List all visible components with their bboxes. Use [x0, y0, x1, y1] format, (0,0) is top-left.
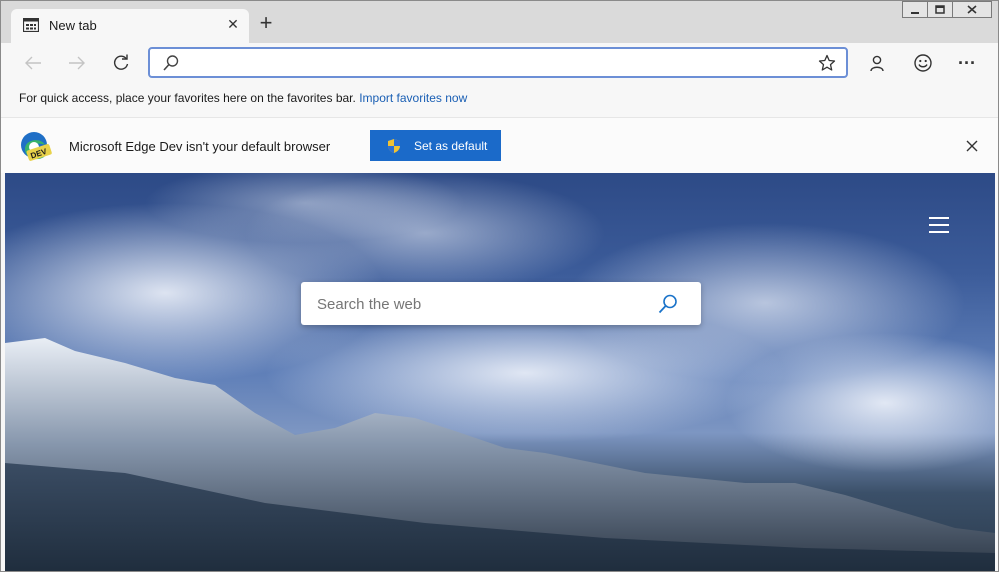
- web-search-box[interactable]: [301, 282, 701, 325]
- person-icon: [870, 55, 884, 72]
- navigation-toolbar: ···: [1, 43, 998, 83]
- window-controls: [902, 1, 992, 18]
- more-options-button[interactable]: ···: [955, 51, 979, 75]
- close-notice-icon[interactable]: [964, 138, 980, 154]
- favorites-bar-hint: For quick access, place your favorites h…: [19, 91, 356, 105]
- address-bar[interactable]: [148, 47, 848, 78]
- default-browser-message: Microsoft Edge Dev isn't your default br…: [69, 139, 331, 154]
- close-window-button[interactable]: [952, 1, 992, 18]
- import-favorites-link[interactable]: Import favorites now: [359, 91, 467, 105]
- web-search-input[interactable]: [317, 294, 637, 314]
- maximize-button[interactable]: [927, 1, 953, 18]
- minimize-button[interactable]: [902, 1, 928, 18]
- search-icon[interactable]: [657, 293, 679, 315]
- uac-shield-icon: [388, 138, 400, 153]
- new-tab-button[interactable]: +: [255, 12, 277, 35]
- minimize-icon: [911, 11, 919, 14]
- set-as-default-button[interactable]: Set as default: [370, 130, 501, 161]
- set-as-default-label: Set as default: [414, 138, 488, 153]
- page-settings-menu-icon[interactable]: [929, 217, 949, 235]
- back-button[interactable]: [21, 51, 45, 75]
- profile-button[interactable]: [865, 51, 889, 75]
- browser-window: New tab ✕ + ··· For quick access, place …: [0, 0, 999, 572]
- forward-arrow-icon: [69, 56, 85, 70]
- tab-strip: New tab ✕ +: [1, 1, 998, 43]
- favorite-star-icon[interactable]: [818, 54, 836, 72]
- back-arrow-icon: [25, 56, 41, 70]
- new-tab-background: [5, 173, 995, 571]
- search-icon: [163, 55, 179, 71]
- favorites-bar: For quick access, place your favorites h…: [1, 83, 998, 113]
- tab-title: New tab: [49, 18, 97, 33]
- tab-new-tab[interactable]: New tab ✕: [11, 9, 249, 43]
- forward-button[interactable]: [65, 51, 89, 75]
- mountain-landscape-image: [5, 173, 995, 571]
- feedback-button[interactable]: [911, 51, 935, 75]
- new-tab-page-icon: [23, 18, 39, 32]
- smiley-icon: [914, 54, 932, 72]
- refresh-button[interactable]: [109, 51, 133, 75]
- edge-dev-logo: DEV: [21, 132, 52, 161]
- refresh-icon: [113, 54, 129, 70]
- default-browser-notice: DEV Microsoft Edge Dev isn't your defaul…: [1, 117, 998, 173]
- maximize-icon: [935, 5, 945, 14]
- close-icon: [967, 5, 977, 14]
- address-input[interactable]: [184, 53, 804, 73]
- tab-close-icon[interactable]: ✕: [225, 16, 241, 32]
